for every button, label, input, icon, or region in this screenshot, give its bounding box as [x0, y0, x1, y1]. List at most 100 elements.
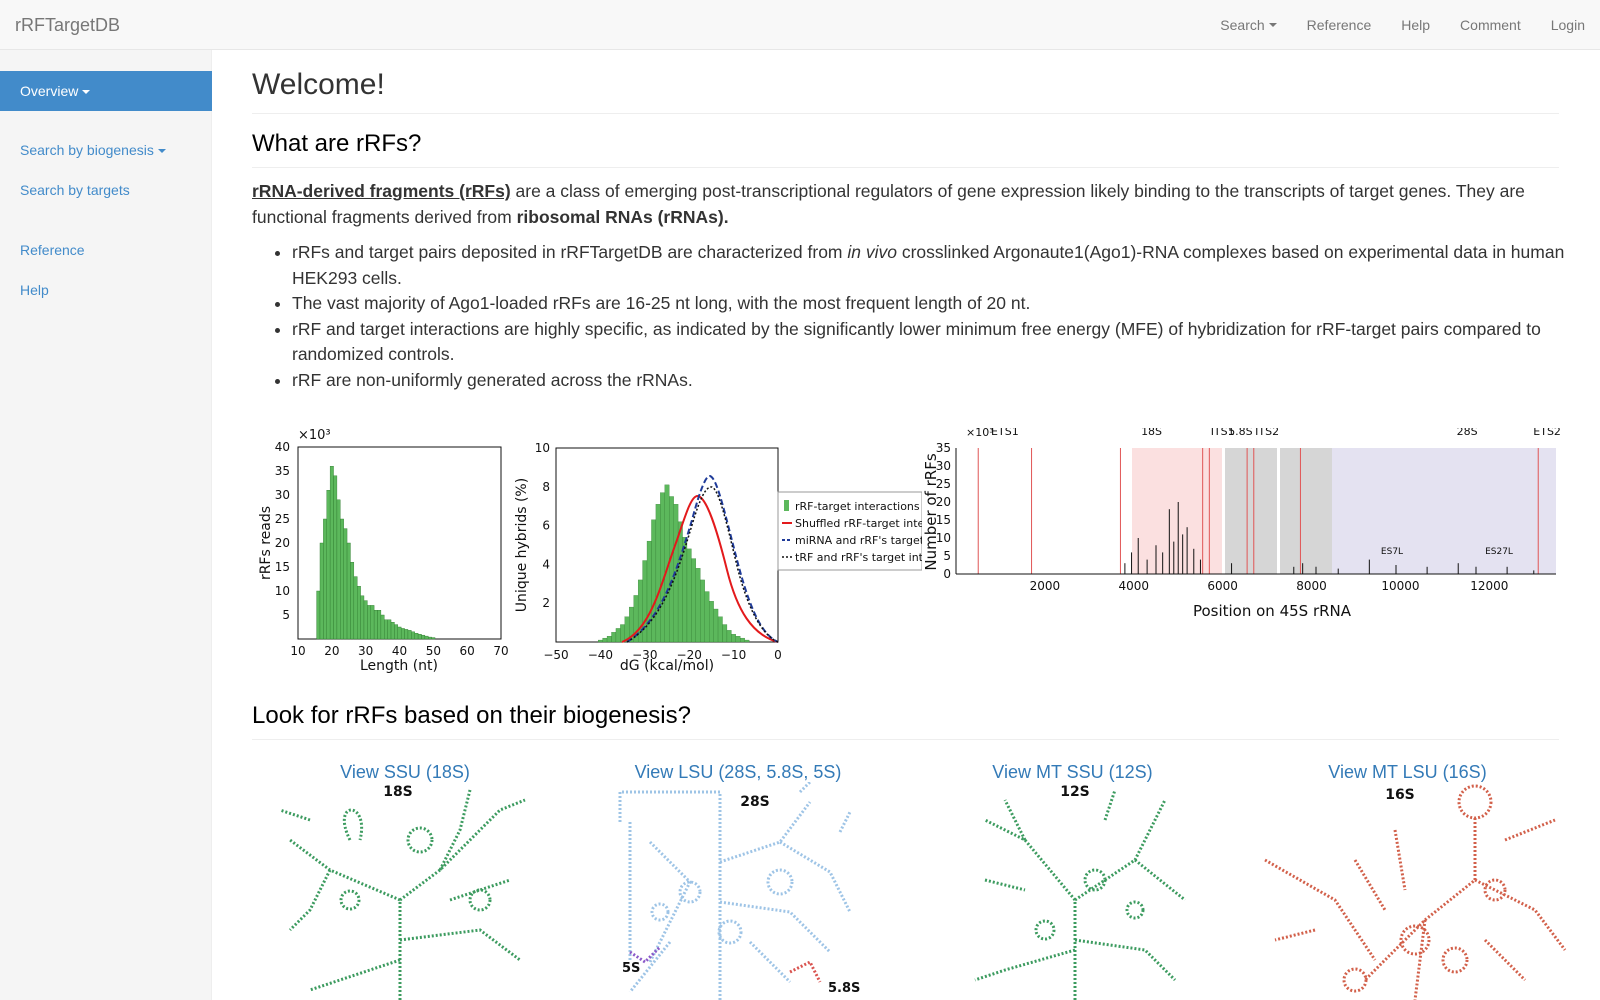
- bullet-text: rRFs and target pairs deposited in rRFTa…: [292, 242, 848, 262]
- histogram-bar: [606, 636, 612, 643]
- histogram-bar: [598, 639, 603, 643]
- nav-search-dropdown[interactable]: Search: [1205, 17, 1291, 33]
- histogram-bar: [602, 637, 608, 643]
- histogram-bar: [691, 558, 697, 643]
- nav-search-label: Search: [1220, 17, 1265, 33]
- region-its2: [1280, 448, 1332, 574]
- sidebar-item-search-by-targets[interactable]: Search by targets: [20, 182, 130, 198]
- x-tick-label: 10: [290, 644, 305, 658]
- y-tick-label: 15: [275, 560, 290, 574]
- view-lsu-link[interactable]: View LSU (28S, 5.8S, 5S): [608, 762, 868, 783]
- section-title-what-are-rrfs: What are rRFs?: [252, 130, 1559, 168]
- structure-label: 18S: [383, 784, 413, 800]
- histogram-bar: [384, 619, 388, 640]
- x-tick-label: 2000: [1030, 579, 1061, 593]
- histogram-bar: [357, 585, 361, 640]
- region-label: ITS2: [1255, 428, 1279, 438]
- histogram-bar: [713, 608, 719, 643]
- histogram-bar: [709, 601, 714, 643]
- histogram-bar: [370, 605, 375, 640]
- histogram-bar: [646, 540, 652, 643]
- histogram-bar: [686, 548, 692, 643]
- region-18s: [1132, 448, 1222, 574]
- y-tick-label: 35: [275, 464, 290, 478]
- structure-label: 16S: [1385, 787, 1415, 803]
- x-tick-label: 8000: [1296, 579, 1327, 593]
- y-tick-label: 40: [275, 440, 290, 454]
- lsu-structure-image[interactable]: 28S 5S 5.8S: [610, 782, 860, 1000]
- sidebar-item-label: Overview: [20, 83, 79, 99]
- chart-scale-label: ×10³: [966, 428, 994, 439]
- nav-comment[interactable]: Comment: [1445, 17, 1536, 33]
- chart-scale-label: ×10³: [298, 428, 331, 443]
- histogram-bar: [726, 630, 732, 643]
- nav-help[interactable]: Help: [1386, 17, 1445, 33]
- list-item: rRF are non-uniformly generated across t…: [292, 368, 1599, 394]
- histogram-bar: [615, 628, 621, 643]
- sidebar-item-overview[interactable]: Overview: [0, 71, 212, 111]
- x-tick-label: −50: [543, 648, 568, 662]
- structure-label: 12S: [1060, 784, 1090, 800]
- histogram-bar: [353, 576, 358, 640]
- histogram-bar: [704, 591, 710, 643]
- y-tick-label: 6: [542, 519, 550, 533]
- region-label: ETS2: [1533, 428, 1561, 438]
- structure-label: 28S: [740, 794, 770, 810]
- histogram-bar: [390, 621, 395, 640]
- legend-entry: rRF-target interactions: [795, 500, 920, 513]
- chevron-down-icon: [157, 149, 166, 154]
- x-tick-label: 4000: [1119, 579, 1150, 593]
- region-label: 18S: [1141, 428, 1162, 438]
- region-label: ETS1: [991, 428, 1019, 438]
- structure-label: 5.8S: [828, 981, 860, 996]
- region-label: 5.8S: [1228, 428, 1252, 438]
- length-histogram-chart: ×10³ 10 20 30 40 50 60 70 5 10 15 20 25 30 35 40 Lengt…: [258, 428, 509, 674]
- sidebar: Overview Search by biogenesis Search by …: [0, 50, 212, 1000]
- histogram-bar: [677, 521, 683, 643]
- histogram-bar: [377, 609, 382, 640]
- y-axis-label: Unique hybrids (%): [514, 478, 530, 612]
- sidebar-item-search-by-biogenesis[interactable]: Search by biogenesis: [20, 142, 166, 158]
- histogram-bar: [414, 633, 419, 640]
- histogram-bar: [394, 624, 399, 640]
- histogram-bar: [431, 637, 436, 640]
- histogram-bar: [397, 626, 402, 640]
- histogram-bar: [735, 636, 741, 643]
- histogram-bar: [319, 542, 324, 640]
- brand-link[interactable]: rRFTargetDB: [15, 15, 120, 36]
- y-tick-label: 10: [275, 584, 290, 598]
- histogram-bar: [346, 542, 351, 640]
- histogram-bar: [620, 624, 625, 643]
- y-tick-label: 5: [943, 549, 951, 563]
- y-tick-label: 0: [943, 567, 951, 581]
- list-item: The vast majority of Ago1-loaded rRFs ar…: [292, 291, 1599, 317]
- histogram-bar: [400, 628, 405, 640]
- y-axis-label: rRFs reads: [258, 506, 274, 580]
- histogram-bar: [363, 600, 368, 640]
- y-tick-label: 4: [542, 557, 550, 571]
- list-item: rRFs and target pairs deposited in rRFTa…: [292, 240, 1599, 291]
- position-coverage-chart: 2000 4000 6000 8000 10000 1200005101520253035…: [922, 428, 1561, 620]
- x-tick-label: −40: [588, 648, 613, 662]
- sidebar-item-reference[interactable]: Reference: [20, 242, 85, 258]
- structure-label: 5S: [622, 961, 640, 976]
- x-tick-label: 10000: [1381, 579, 1419, 593]
- sidebar-item-help[interactable]: Help: [20, 282, 49, 298]
- y-tick-label: 25: [275, 512, 290, 526]
- mt-ssu-structure-image[interactable]: 12S: [965, 780, 1195, 1000]
- histogram-bar: [323, 518, 327, 640]
- histogram-bar: [404, 629, 409, 640]
- intro-paragraph: rRNA-derived fragments (rRFs) are a clas…: [252, 178, 1559, 230]
- ssu-structure-image[interactable]: 18S: [270, 780, 540, 1000]
- list-item: rRF and target interactions are highly s…: [292, 317, 1599, 368]
- annotation-es27l: ES27L: [1485, 547, 1513, 557]
- nav-login[interactable]: Login: [1536, 17, 1600, 33]
- intro-link[interactable]: rRNA-derived fragments (rRFs): [252, 181, 511, 201]
- mt-lsu-structure-image[interactable]: 16S: [1255, 780, 1575, 1000]
- histogram-bar: [417, 633, 422, 640]
- nav-reference[interactable]: Reference: [1292, 17, 1387, 33]
- legend-swatch: [784, 500, 789, 511]
- x-tick-label: 12000: [1470, 579, 1508, 593]
- histogram-bar: [700, 579, 705, 643]
- y-axis-label: Number of rRFs: [922, 453, 940, 570]
